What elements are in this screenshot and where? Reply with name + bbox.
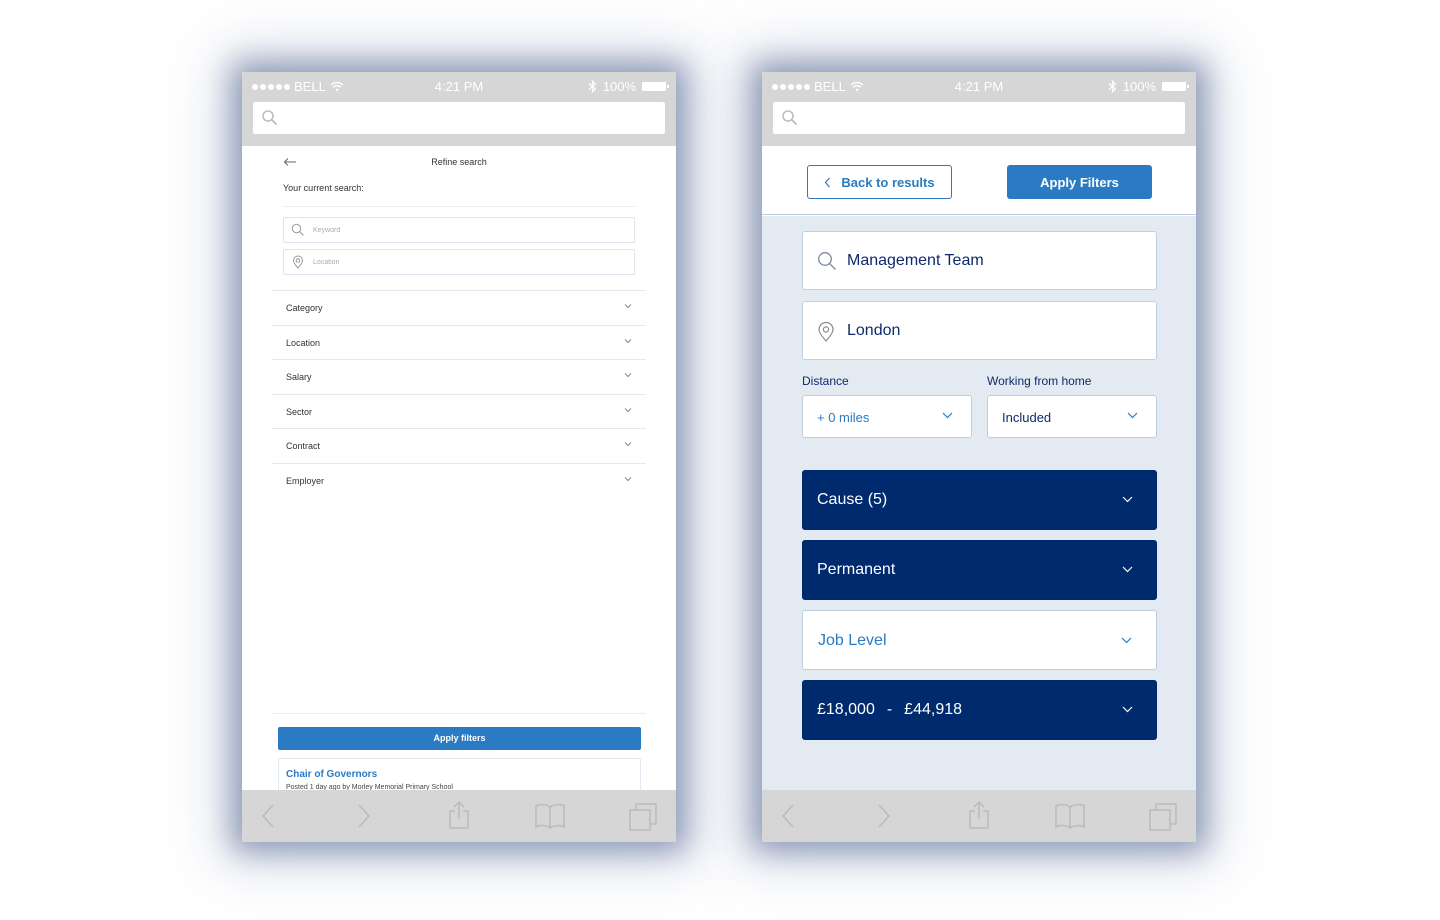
divider: [283, 206, 635, 207]
accordion-label: Job Level: [818, 632, 887, 649]
filter-label: Salary: [286, 372, 312, 382]
distance-select[interactable]: + 0 miles: [802, 395, 972, 438]
filter-label: Category: [286, 303, 323, 313]
back-to-results-label: Back to results: [841, 174, 935, 190]
browser-url-bar[interactable]: [253, 102, 665, 134]
salary-accordion[interactable]: £18,000- £44,918: [802, 680, 1157, 740]
filter-label: Location: [286, 338, 321, 348]
apply-filters-button[interactable]: Apply filters: [278, 727, 641, 750]
distance-value: + 0 miles: [817, 410, 870, 425]
location-pin-icon: [818, 321, 834, 342]
browser-top-chrome: BELL 4:21 PM 100%: [242, 72, 676, 146]
page-title: Refine search: [431, 157, 487, 167]
tabs-icon[interactable]: [1148, 802, 1178, 832]
status-right: 100%: [1108, 79, 1189, 94]
salary-range: £18,000- £44,918: [817, 701, 962, 719]
share-icon[interactable]: [448, 800, 470, 830]
working-from-home-value: Included: [1002, 410, 1052, 425]
salary-min: £18,000: [817, 701, 875, 718]
working-from-home-label: Working from home: [987, 374, 1092, 388]
keyword-field[interactable]: [283, 217, 635, 243]
keyword-field[interactable]: [802, 231, 1157, 290]
filter-label: Contract: [286, 441, 321, 451]
status-right: 100%: [588, 79, 669, 94]
location-input[interactable]: [313, 254, 613, 270]
distance-label: Distance: [802, 374, 849, 388]
job-level-accordion[interactable]: Job Level: [802, 610, 1157, 670]
filter-row-salary[interactable]: Salary: [272, 359, 646, 393]
battery-icon: [642, 82, 669, 91]
divider: [272, 713, 646, 714]
location-pin-icon: [292, 255, 304, 269]
filter-header: Back to results Apply Filters: [762, 146, 1196, 215]
chevron-left-icon[interactable]: [260, 802, 276, 830]
job-title[interactable]: Chair of Governors: [286, 769, 377, 780]
browser-top-chrome: BELL 4:21 PM 100%: [762, 72, 1196, 146]
chevron-down-icon: [624, 408, 632, 413]
filter-label: Sector: [286, 407, 313, 417]
status-bar: BELL 4:21 PM 100%: [242, 72, 676, 100]
chevron-left-icon: [825, 177, 831, 187]
keyword-input[interactable]: [847, 249, 1137, 273]
location-input[interactable]: [847, 319, 1137, 343]
chevron-right-icon[interactable]: [876, 802, 892, 830]
search-icon: [291, 223, 304, 236]
working-from-home-select[interactable]: Included: [987, 395, 1157, 438]
chevron-down-icon: [1127, 412, 1138, 419]
chevron-down-icon: [624, 304, 632, 309]
location-field[interactable]: [802, 301, 1157, 360]
search-icon: [262, 110, 278, 126]
cause-accordion[interactable]: Cause (5): [802, 470, 1157, 530]
battery-percent: 100%: [602, 79, 636, 94]
browser-url-bar[interactable]: [773, 102, 1185, 134]
chevron-down-icon: [624, 442, 632, 447]
chevron-down-icon: [624, 477, 632, 482]
chevron-down-icon: [1121, 637, 1132, 644]
bluetooth-icon: [588, 80, 597, 93]
refine-search-panel: Refine search Your current search: Categ…: [272, 146, 646, 842]
status-bar: BELL 4:21 PM 100%: [762, 72, 1196, 100]
bookmarks-icon[interactable]: [1054, 802, 1086, 830]
keyword-input[interactable]: [313, 222, 613, 238]
chevron-down-icon: [1122, 706, 1133, 713]
tabs-icon[interactable]: [628, 802, 658, 832]
chevron-down-icon: [1122, 496, 1133, 503]
filter-row-contract[interactable]: Contract: [272, 428, 646, 462]
filter-row-category[interactable]: Category: [272, 290, 646, 324]
filter-panel: Distance Working from home + 0 miles Inc…: [762, 216, 1196, 790]
current-search-label: Your current search:: [283, 183, 364, 193]
browser-toolbar: [242, 790, 676, 842]
phone-right-filters: BELL 4:21 PM 100% Back to results Apply …: [762, 72, 1196, 842]
chevron-down-icon: [624, 339, 632, 344]
back-to-results-button[interactable]: Back to results: [807, 165, 952, 199]
chevron-down-icon: [624, 373, 632, 378]
filter-label: Employer: [286, 476, 325, 486]
contract-accordion[interactable]: Permanent: [802, 540, 1157, 600]
accordion-label: Permanent: [817, 561, 896, 578]
share-icon[interactable]: [968, 800, 990, 830]
bookmarks-icon[interactable]: [534, 802, 566, 830]
phone-left-refine-search: BELL 4:21 PM 100% Refine search Your cur…: [242, 72, 676, 842]
bluetooth-icon: [1108, 80, 1117, 93]
filter-row-sector[interactable]: Sector: [272, 394, 646, 428]
search-icon: [818, 252, 836, 270]
chevron-down-icon: [942, 412, 953, 419]
location-field[interactable]: [283, 249, 635, 275]
filter-row-employer[interactable]: Employer: [272, 463, 646, 497]
chevron-left-icon[interactable]: [780, 802, 796, 830]
browser-toolbar: [762, 790, 1196, 842]
filter-row-location[interactable]: Location: [272, 325, 646, 359]
battery-percent: 100%: [1122, 79, 1156, 94]
salary-separator: -: [886, 701, 893, 718]
apply-filters-button[interactable]: Apply Filters: [1007, 165, 1152, 199]
chevron-down-icon: [1122, 566, 1133, 573]
battery-icon: [1162, 82, 1189, 91]
search-icon: [782, 110, 798, 126]
accordion-label: Cause (5): [817, 491, 888, 508]
chevron-right-icon[interactable]: [356, 802, 372, 830]
salary-max: £44,918: [904, 701, 963, 718]
